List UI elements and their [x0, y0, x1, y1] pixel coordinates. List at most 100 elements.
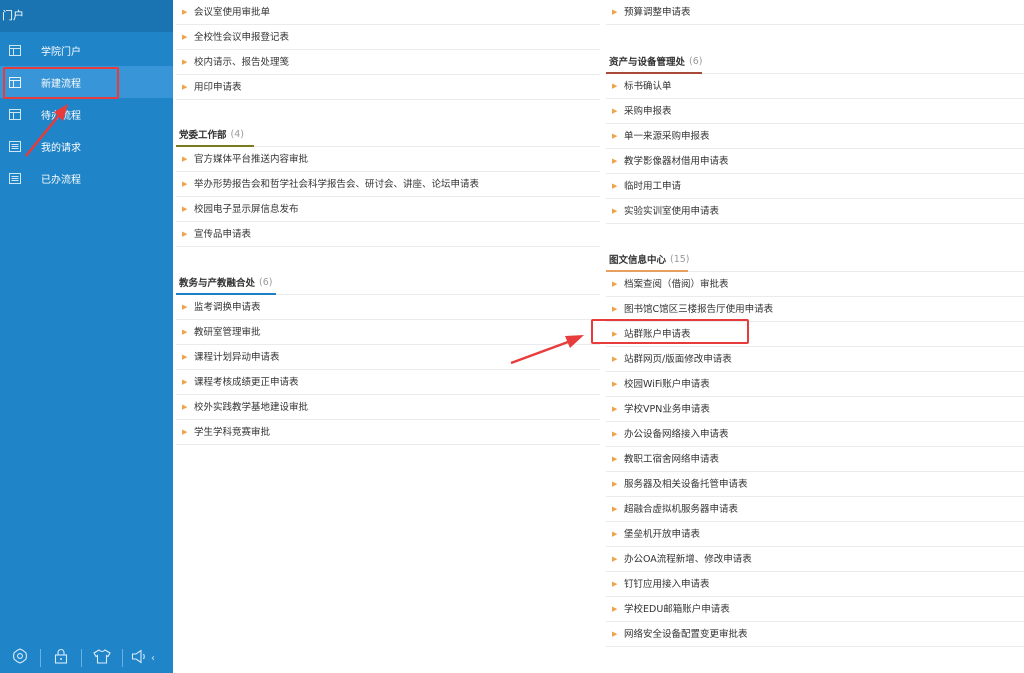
flow-link[interactable]: 学生学科竞赛审批 — [194, 420, 270, 445]
list-item[interactable]: ▶ 采购申报表 — [606, 99, 1024, 124]
list-item[interactable]: ▶ 教研室管理审批 — [176, 320, 600, 345]
collapse-sidebar-icon[interactable]: ‹ — [151, 653, 155, 664]
list-item[interactable]: ▶ 标书确认单 — [606, 74, 1024, 99]
list-item[interactable]: ▶ 单一来源采购申报表 — [606, 124, 1024, 149]
list-item[interactable]: ▶ 校园WiFi账户申请表 — [606, 372, 1024, 397]
list-item[interactable]: ▶ 钉钉应用接入申请表 — [606, 572, 1024, 597]
list-item[interactable]: ▶ 全校性会议申报登记表 — [176, 25, 600, 50]
todo-icon — [9, 108, 21, 120]
flow-link[interactable]: 举办形势报告会和哲学社会科学报告会、研讨会、讲座、论坛申请表 — [194, 172, 479, 197]
section-underline — [176, 293, 276, 295]
list-item[interactable]: ▶ 课程计划异动申请表 — [176, 345, 600, 370]
flow-link[interactable]: 实验实训室使用申请表 — [624, 199, 719, 224]
list-item[interactable]: ▶ 举办形势报告会和哲学社会科学报告会、研讨会、讲座、论坛申请表 — [176, 172, 600, 197]
flow-link[interactable]: 临时用工申请 — [624, 174, 681, 199]
list-item[interactable]: ▶ 校园电子显示屏信息发布 — [176, 197, 600, 222]
list-item[interactable]: ▶ 学校EDU邮箱账户申请表 — [606, 597, 1024, 622]
flow-link[interactable]: 校园WiFi账户申请表 — [624, 372, 710, 397]
bullet-arrow-icon: ▶ — [182, 82, 188, 91]
lock-button[interactable] — [41, 643, 81, 673]
list-item[interactable]: ▶ 课程考核成绩更正申请表 — [176, 370, 600, 395]
bullet-arrow-icon: ▶ — [612, 106, 618, 115]
flow-link[interactable]: 监考调换申请表 — [194, 295, 261, 320]
flow-link[interactable]: 预算调整申请表 — [624, 0, 691, 25]
portal-header[interactable]: 门户 — [0, 0, 173, 32]
flow-link[interactable]: 学校EDU邮箱账户申请表 — [624, 597, 730, 622]
bullet-arrow-icon: ▶ — [612, 554, 618, 563]
flow-link[interactable]: 教学影像器材借用申请表 — [624, 149, 729, 174]
flow-link[interactable]: 全校性会议申报登记表 — [194, 25, 289, 50]
theme-button[interactable] — [82, 643, 122, 673]
flow-link[interactable]: 办公OA流程新增、修改申请表 — [624, 547, 752, 572]
list-item[interactable]: ▶ 校外实践教学基地建设审批 — [176, 395, 600, 420]
flow-link[interactable]: 教研室管理审批 — [194, 320, 261, 345]
bullet-arrow-icon: ▶ — [612, 279, 618, 288]
section-header-party-committee: 党委工作部 (4) — [176, 122, 600, 147]
flow-link[interactable]: 服务器及相关设备托管申请表 — [624, 472, 748, 497]
flow-link[interactable]: 钉钉应用接入申请表 — [624, 572, 710, 597]
flow-link[interactable]: 采购申报表 — [624, 99, 672, 124]
list-item[interactable]: ▶ 用印申请表 — [176, 75, 600, 100]
bullet-arrow-icon: ▶ — [612, 379, 618, 388]
flow-link[interactable]: 校园电子显示屏信息发布 — [194, 197, 299, 222]
list-item[interactable]: ▶ 教学影像器材借用申请表 — [606, 149, 1024, 174]
flow-link[interactable]: 办公设备网络接入申请表 — [624, 422, 729, 447]
section-header-info-center: 图文信息中心 (15) — [606, 247, 1024, 272]
flow-link[interactable]: 官方媒体平台推送内容审批 — [194, 147, 308, 172]
bullet-arrow-icon: ▶ — [612, 354, 618, 363]
list-item[interactable]: ▶ 学校VPN业务申请表 — [606, 397, 1024, 422]
list-item[interactable]: ▶ 官方媒体平台推送内容审批 — [176, 147, 600, 172]
flow-link[interactable]: 站群网页/版面修改申请表 — [624, 347, 732, 372]
flow-link[interactable]: 标书确认单 — [624, 74, 672, 99]
list-item[interactable]: ▶ 堡垒机开放申请表 — [606, 522, 1024, 547]
flow-link[interactable]: 档案查阅（借阅）审批表 — [624, 272, 729, 297]
list-item[interactable]: ▶ 校内请示、报告处理笺 — [176, 50, 600, 75]
sidebar-item-todo-flow[interactable]: 待办流程 — [0, 98, 173, 130]
flow-link[interactable]: 教职工宿舍网络申请表 — [624, 447, 719, 472]
flow-link[interactable]: 单一来源采购申报表 — [624, 124, 710, 149]
list-item[interactable]: ▶ 预算调整申请表 — [606, 0, 1024, 25]
flow-link[interactable]: 图书馆C馆区三楼报告厅使用申请表 — [624, 297, 773, 322]
flow-link[interactable]: 校内请示、报告处理笺 — [194, 50, 289, 75]
list-item[interactable]: ▶ 服务器及相关设备托管申请表 — [606, 472, 1024, 497]
list-item[interactable]: ▶ 会议室使用审批单 — [176, 0, 600, 25]
section-title: 教务与产教融合处 — [179, 278, 256, 289]
flow-link[interactable]: 宣传品申请表 — [194, 222, 251, 247]
bullet-arrow-icon: ▶ — [612, 429, 618, 438]
settings-icon — [12, 648, 28, 668]
list-item[interactable]: ▶ 档案查阅（借阅）审批表 — [606, 272, 1024, 297]
list-item[interactable]: ▶ 教职工宿舍网络申请表 — [606, 447, 1024, 472]
list-item[interactable]: ▶ 监考调换申请表 — [176, 295, 600, 320]
list-item[interactable]: ▶ 站群网页/版面修改申请表 — [606, 347, 1024, 372]
flow-link[interactable]: 课程考核成绩更正申请表 — [194, 370, 299, 395]
flow-link[interactable]: 会议室使用审批单 — [194, 0, 270, 25]
bullet-arrow-icon: ▶ — [612, 579, 618, 588]
list-item[interactable]: ▶ 学生学科竞赛审批 — [176, 420, 600, 445]
list-item[interactable]: ▶ 宣传品申请表 — [176, 222, 600, 247]
list-item[interactable]: ▶ 办公设备网络接入申请表 — [606, 422, 1024, 447]
list-item[interactable]: ▶ 超融合虚拟机服务器申请表 — [606, 497, 1024, 522]
flow-link[interactable]: 校外实践教学基地建设审批 — [194, 395, 308, 420]
bullet-arrow-icon: ▶ — [612, 181, 618, 190]
list-item[interactable]: ▶ 临时用工申请 — [606, 174, 1024, 199]
bullet-arrow-icon: ▶ — [612, 529, 618, 538]
flow-link[interactable]: 网络安全设备配置变更审批表 — [624, 622, 748, 647]
flow-link[interactable]: 用印申请表 — [194, 75, 242, 100]
flow-link[interactable]: 堡垒机开放申请表 — [624, 522, 700, 547]
section-count: (15) — [670, 253, 690, 265]
bullet-arrow-icon: ▶ — [182, 327, 188, 336]
bullet-arrow-icon: ▶ — [182, 229, 188, 238]
bullet-arrow-icon: ▶ — [612, 454, 618, 463]
list-item[interactable]: ▶ 实验实训室使用申请表 — [606, 199, 1024, 224]
flow-link[interactable]: 课程计划异动申请表 — [194, 345, 280, 370]
flow-link[interactable]: 学校VPN业务申请表 — [624, 397, 710, 422]
sidebar-item-done-flow[interactable]: 已办流程 — [0, 162, 173, 194]
sidebar-item-my-requests[interactable]: 我的请求 — [0, 130, 173, 162]
list-item[interactable]: ▶ 办公OA流程新增、修改申请表 — [606, 547, 1024, 572]
sound-button[interactable]: ‹ — [123, 643, 163, 673]
highlight-box-new-flow — [3, 67, 119, 99]
settings-button[interactable] — [0, 643, 40, 673]
flow-link[interactable]: 超融合虚拟机服务器申请表 — [624, 497, 738, 522]
sidebar-item-college-portal[interactable]: 学院门户 — [0, 34, 173, 66]
list-item[interactable]: ▶ 网络安全设备配置变更审批表 — [606, 622, 1024, 647]
